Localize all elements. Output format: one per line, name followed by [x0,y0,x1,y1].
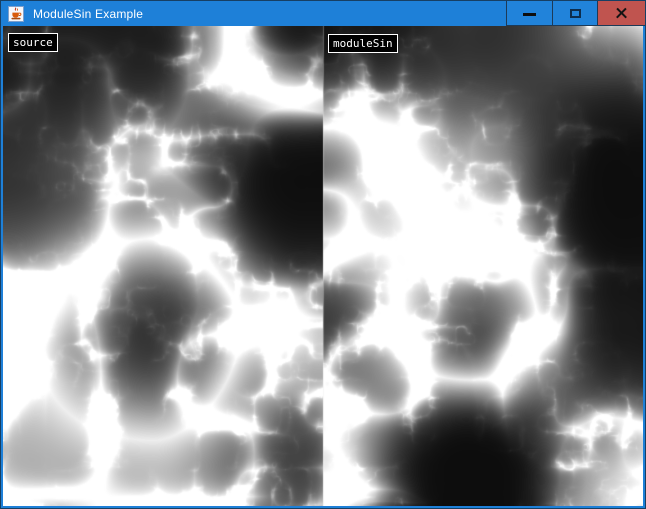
modulesin-image-label: moduleSin [328,34,398,53]
application-window: ModuleSin Example source moduleSin [0,0,646,509]
maximize-button[interactable] [552,1,597,26]
titlebar[interactable]: ModuleSin Example [1,1,645,26]
close-icon [616,8,627,19]
source-image-label: source [8,33,58,52]
window-title: ModuleSin Example [33,7,143,21]
image-panels-area: source moduleSin [3,26,643,506]
noise-texture-canvas [3,26,643,506]
window-controls [506,1,645,26]
close-button[interactable] [597,1,645,26]
minimize-icon [523,13,536,16]
java-coffee-cup-icon [8,6,24,22]
minimize-button[interactable] [506,1,552,26]
maximize-icon [570,9,581,18]
